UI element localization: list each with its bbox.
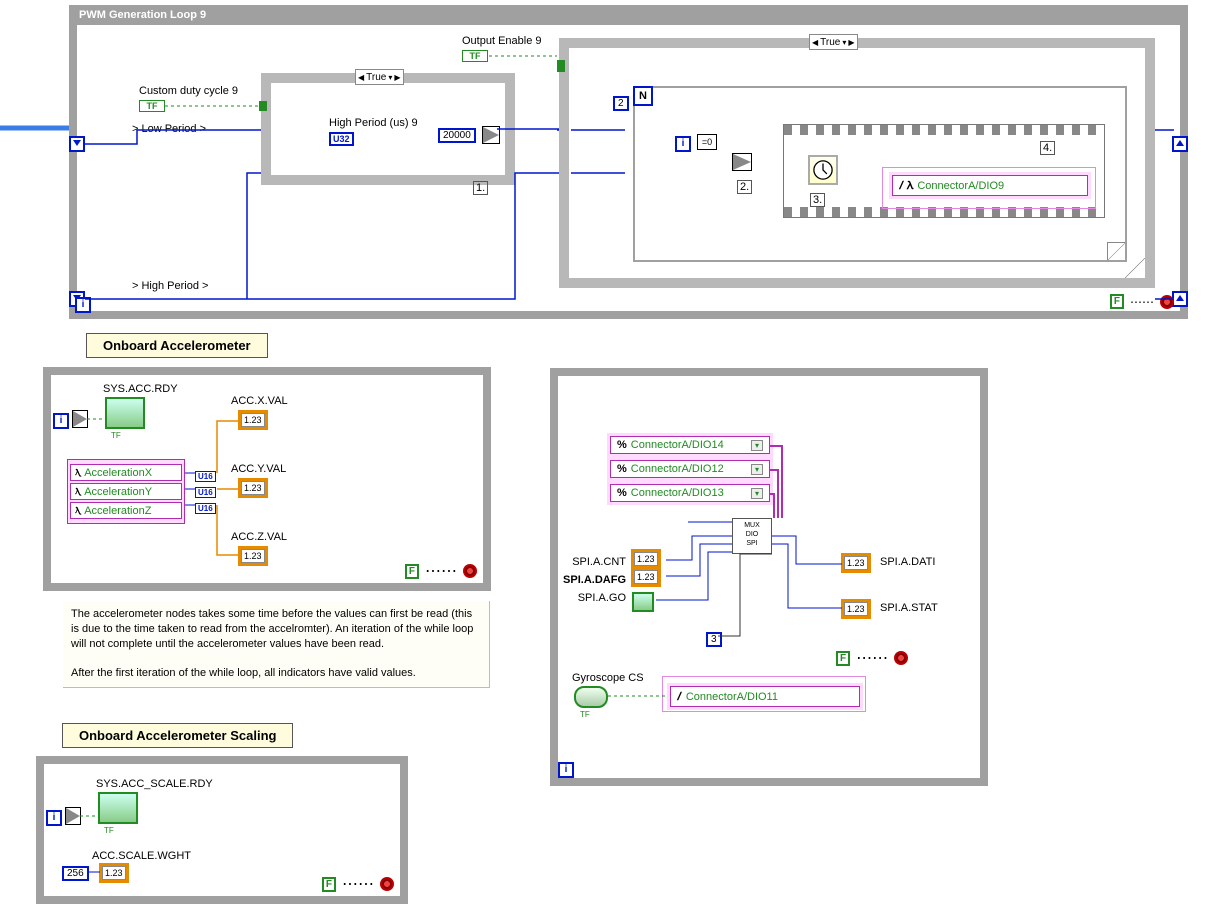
spi-i: i <box>558 762 574 778</box>
n-terminal: N <box>633 86 653 106</box>
acc-x-label: ACC.X.VAL <box>231 395 288 407</box>
scale-rdy-label: SYS.ACC_SCALE.RDY <box>96 778 213 790</box>
accel-i: i <box>53 413 69 429</box>
acc-y-label: ACC.Y.VAL <box>231 463 286 475</box>
flat-sequence: 3. 4. Ⳇ Ⲗ ConnectorA/DIO9 <box>783 124 1105 218</box>
stat-label: SPI.A.STAT <box>880 602 938 614</box>
dati-label: SPI.A.DATI <box>880 556 935 568</box>
eq-zero-icon: =0 <box>697 134 717 150</box>
dati-ind: 1.23 <box>844 556 868 570</box>
sys-rdy-indicator <box>105 397 145 429</box>
wait-icon <box>808 155 838 185</box>
sys-rdy-tf: TF <box>111 431 121 440</box>
high-period-label: High Period (us) 9 <box>329 117 418 129</box>
spi-loop: %ConnectorA/DIO14▾ %ConnectorA/DIO12▾ %C… <box>550 368 988 786</box>
scale-i: i <box>46 810 62 826</box>
scale-first-icon <box>66 808 80 824</box>
dafg-label: SPI.A.DAFG <box>558 574 626 586</box>
const-256: 256 <box>62 866 89 881</box>
acc-z-label: ACC.Z.VAL <box>231 531 287 543</box>
output-enable-label: Output Enable 9 <box>462 35 542 47</box>
dio13-node[interactable]: %ConnectorA/DIO13▾ <box>610 484 770 502</box>
low-period-label: > Low Period > <box>132 123 206 135</box>
inner-for-loop: N i =0 2. 3. 4. Ⳇ Ⲗ ConnectorA/DIO9 <box>633 86 1127 262</box>
accel-loop: i SYS.ACC.RDY TF ACC.X.VAL 1.23 ACC.Y.VA… <box>43 367 491 591</box>
marker-4: 4. <box>1040 141 1055 155</box>
marker-3: 3. <box>810 193 825 207</box>
scale-loop: i SYS.ACC_SCALE.RDY TF ACC.SCALE.WGHT 25… <box>36 756 408 904</box>
select-icon <box>733 154 751 170</box>
output-enable-tf[interactable]: TF <box>462 50 488 62</box>
accel-cluster[interactable]: ⲗAccelerationX ⲗAccelerationY ⲗAccelerat… <box>67 459 185 524</box>
pwm-title: PWM Generation Loop 9 <box>69 5 1188 25</box>
u16-3: U16 <box>195 503 216 514</box>
accel-note: The accelerometer nodes takes some time … <box>63 601 490 688</box>
gyro-cs-control[interactable] <box>574 686 608 708</box>
go-ind <box>632 592 654 612</box>
gyro-cs-label: Gyroscope CS <box>572 672 644 684</box>
mux-node: MUX DIO SPI <box>732 518 772 554</box>
case-structure: ◀True▾▶ High Period (us) 9 U32 20000 <box>261 73 515 185</box>
scale-stop: F ⋯⋯ <box>322 874 394 894</box>
scale-wght-label: ACC.SCALE.WGHT <box>92 850 191 862</box>
pwm-i: i <box>75 297 91 313</box>
accel-stop: F ⋯⋯ <box>405 561 477 581</box>
shift-reg-right-icon <box>1172 136 1188 152</box>
fold2-icon <box>1125 258 1145 278</box>
acc-z-ind: 1.23 <box>241 549 265 563</box>
go-label: SPI.A.GO <box>566 592 626 604</box>
sys-rdy-label: SYS.ACC.RDY <box>103 383 178 395</box>
cnt-ind: 1.23 <box>634 552 658 566</box>
custom-duty-label: Custom duty cycle 9 <box>139 85 238 97</box>
marker-1: 1. <box>473 181 488 195</box>
const-3: 3 <box>706 632 722 647</box>
scale-rdy-ind <box>98 792 138 824</box>
accel-title: Onboard Accelerometer <box>86 333 268 358</box>
subtract-icon <box>483 127 499 143</box>
inner-i: i <box>675 136 691 152</box>
scale-wght-ind: 1.23 <box>102 866 126 880</box>
dafg-ind: 1.23 <box>634 570 658 584</box>
stat-ind: 1.23 <box>844 602 868 616</box>
green-tunnel2 <box>557 60 565 72</box>
pwm-while-loop: PWM Generation Loop 9 Custom duty cycle … <box>69 5 1188 319</box>
n-const: 2 <box>613 96 629 111</box>
dio12-node[interactable]: %ConnectorA/DIO12▾ <box>610 460 770 478</box>
marker-2: 2. <box>737 180 752 194</box>
high-period-const[interactable]: 20000 <box>438 128 476 143</box>
dio11-outline <box>662 676 866 712</box>
cnt-label: SPI.A.CNT <box>562 556 626 568</box>
green-tunnel <box>259 101 267 111</box>
first-call-icon <box>73 411 87 427</box>
u16-1: U16 <box>195 471 216 482</box>
loop-selector[interactable]: ◀True▾▶ <box>809 34 858 50</box>
acc-y-ind: 1.23 <box>241 481 265 495</box>
fold-icon <box>1107 242 1125 260</box>
high-period-tunnel: > High Period > <box>132 280 208 292</box>
custom-duty-tf[interactable]: TF <box>139 100 165 112</box>
shift-reg-left-icon <box>69 136 85 152</box>
high-period-u32[interactable]: U32 <box>329 132 354 146</box>
outer-for-loop: ◀True▾▶ 2 N i =0 2. 3. 4. <box>559 38 1155 288</box>
pink-outline <box>882 167 1096 209</box>
shift-reg-right2-icon <box>1172 291 1188 307</box>
dio14-node[interactable]: %ConnectorA/DIO14▾ <box>610 436 770 454</box>
spi-stop: F ⋯⋯ <box>836 648 908 668</box>
scale-title: Onboard Accelerometer Scaling <box>62 723 293 748</box>
u16-2: U16 <box>195 487 216 498</box>
acc-x-ind: 1.23 <box>241 413 265 427</box>
pwm-stop-cond: F ⋯⋯ <box>1110 294 1174 309</box>
case-selector[interactable]: ◀True▾▶ <box>355 69 404 85</box>
